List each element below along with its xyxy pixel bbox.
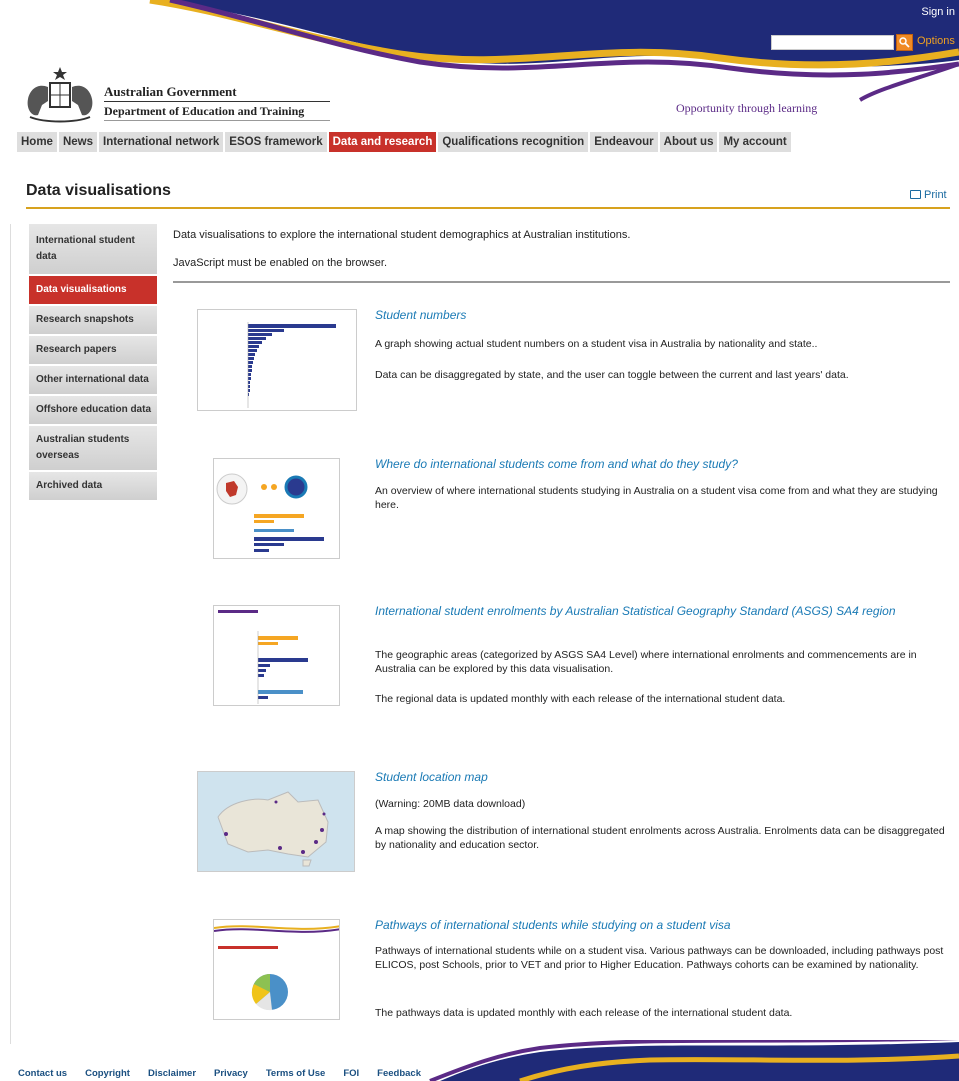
coat-of-arms-icon [27,67,93,123]
department-name: Department of Education and Training [104,104,305,118]
sidebar-item-offshore-education-data[interactable]: Offshore education data [29,396,157,426]
sign-in-link[interactable]: Sign in [921,6,955,18]
title-divider [26,207,950,209]
javascript-notice: JavaScript must be enabled on the browse… [173,257,388,269]
dashboard-thumbnail-graphic [216,473,324,552]
main-nav: Home News International network ESOS fra… [17,132,791,152]
pathways-thumbnail[interactable] [213,919,340,1020]
asgs-sa4-link[interactable]: International student enrolments by Aust… [375,604,935,618]
item-description: The regional data is updated monthly wit… [375,693,786,705]
government-name: Australian Government [104,84,237,99]
item-description: An overview of where international stude… [375,485,938,511]
item-description: (Warning: 20MB data download) [375,798,526,810]
search-input[interactable] [771,35,894,50]
sidebar-item-research-snapshots[interactable]: Research snapshots [29,306,157,336]
student-numbers-thumbnail[interactable] [197,309,357,411]
footer-link-terms-of-use[interactable]: Terms of Use [266,1068,325,1079]
search-button[interactable] [896,34,913,51]
sidebar-item-international-student-data[interactable]: International student data [29,224,157,276]
bar-chart-thumbnail-graphic [247,322,336,408]
footer-link-contact-us[interactable]: Contact us [18,1068,67,1079]
regional-chart-thumbnail-graphic [218,610,308,704]
sidebar-item-archived-data[interactable]: Archived data [29,472,157,502]
map-thumbnail-graphic [198,772,354,871]
asgs-sa4-thumbnail[interactable] [213,605,340,706]
site-header: Sign in Options Australian Government De… [0,0,959,130]
student-location-map-thumbnail[interactable] [197,771,355,872]
pie-chart-thumbnail-graphic [214,925,339,1011]
intro-text: Data visualisations to explore the inter… [173,229,631,241]
sidebar-nav: International student data Data visualis… [29,224,157,502]
where-students-come-from-link[interactable]: Where do international students come fro… [375,457,738,471]
footer-link-privacy[interactable]: Privacy [214,1068,248,1079]
header-divider [104,120,330,121]
options-link[interactable]: Options [917,35,955,47]
site-footer: Contact us Copyright Disclaimer Privacy … [0,1040,959,1081]
where-students-come-from-thumbnail[interactable] [213,458,340,559]
intro-divider [173,281,950,283]
item-description: A map showing the distribution of intern… [375,825,945,851]
pathways-link[interactable]: Pathways of international students while… [375,918,731,932]
site-tagline: Opportunity through learning [676,101,818,115]
nav-tab-esos-framework[interactable]: ESOS framework [225,132,327,152]
nav-tab-data-and-research[interactable]: Data and research [328,132,437,152]
nav-tab-news[interactable]: News [58,132,97,152]
page: Sign in Options Australian Government De… [0,0,959,1081]
nav-tab-my-account[interactable]: My account [719,132,791,152]
sidebar-item-data-visualisations[interactable]: Data visualisations [29,276,157,306]
search-icon [899,37,910,48]
printer-icon [910,190,921,199]
footer-link-copyright[interactable]: Copyright [85,1068,130,1079]
nav-tab-international-network[interactable]: International network [99,132,224,152]
item-description: The pathways data is updated monthly wit… [375,1007,793,1019]
footer-link-feedback[interactable]: Feedback [377,1068,421,1079]
item-description: Pathways of international students while… [375,945,944,971]
nav-tab-about-us[interactable]: About us [659,132,718,152]
print-link[interactable]: Print [910,189,947,201]
print-label: Print [924,189,947,201]
sidebar-item-research-papers[interactable]: Research papers [29,336,157,366]
item-description: The geographic areas (categorized by ASG… [375,649,917,675]
student-numbers-link[interactable]: Student numbers [375,308,466,322]
sidebar-item-other-international-data[interactable]: Other international data [29,366,157,396]
page-left-rule [10,224,11,1044]
item-description: A graph showing actual student numbers o… [375,338,818,350]
sidebar-item-australian-students-overseas[interactable]: Australian students overseas [29,426,157,472]
item-description: Data can be disaggregated by state, and … [375,369,849,381]
student-location-map-link[interactable]: Student location map [375,770,488,784]
header-divider [104,101,330,102]
footer-links: Contact us Copyright Disclaimer Privacy … [18,1068,421,1079]
footer-link-foi[interactable]: FOI [343,1068,359,1079]
nav-tab-home[interactable]: Home [17,132,57,152]
footer-link-disclaimer[interactable]: Disclaimer [148,1068,196,1079]
nav-tab-qualifications-recognition[interactable]: Qualifications recognition [438,132,589,152]
nav-tab-endeavour[interactable]: Endeavour [590,132,658,152]
page-title: Data visualisations [26,182,171,199]
